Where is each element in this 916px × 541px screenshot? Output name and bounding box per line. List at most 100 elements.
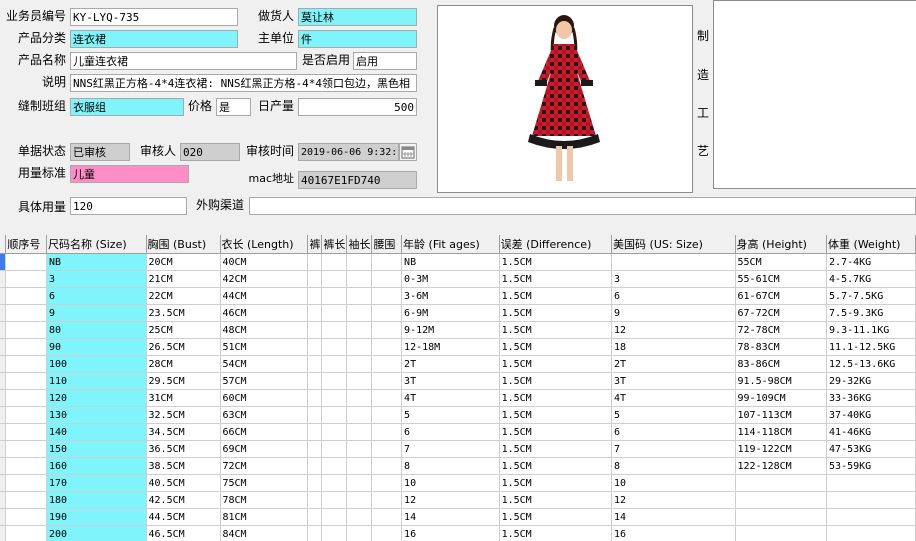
table-cell[interactable] (5, 491, 47, 509)
category-field[interactable]: 连衣裙 (70, 30, 238, 48)
table-cell[interactable]: 130 (46, 406, 147, 424)
table-cell[interactable]: 23.5CM (146, 304, 221, 322)
table-cell[interactable]: 46CM (220, 304, 309, 322)
table-cell[interactable]: 28CM (146, 355, 221, 373)
table-cell[interactable] (5, 253, 47, 271)
table-cell[interactable]: 9 (46, 304, 147, 322)
table-cell[interactable] (371, 389, 403, 407)
table-cell[interactable] (307, 423, 323, 441)
table-cell[interactable]: 6-9M (401, 304, 500, 322)
table-cell[interactable]: 47-53KG (826, 440, 916, 458)
table-cell[interactable]: 83-86CM (735, 355, 828, 373)
column-header[interactable]: 裤 (307, 235, 323, 254)
table-cell[interactable] (321, 355, 348, 373)
table-cell[interactable] (371, 355, 403, 373)
table-cell[interactable] (321, 338, 348, 356)
table-cell[interactable]: 1.5CM (499, 253, 613, 271)
table-row[interactable]: 130 32.5CM 63CM 5 1.5CM 5 107-113CM 37-40KG (0, 406, 916, 424)
table-cell[interactable] (307, 304, 323, 322)
table-cell[interactable]: 84CM (220, 525, 309, 541)
table-cell[interactable] (321, 440, 348, 458)
table-cell[interactable] (321, 389, 348, 407)
table-cell[interactable] (735, 474, 828, 492)
table-cell[interactable] (826, 508, 916, 526)
table-cell[interactable] (307, 508, 323, 526)
outsource-field[interactable] (249, 197, 916, 215)
table-cell[interactable] (321, 457, 348, 475)
description-field[interactable]: NNS红黑正方格-4*4连衣裙: NNS红黑正方格-4*4领口包边，黑色相 (70, 74, 417, 92)
table-cell[interactable]: 25CM (146, 321, 221, 339)
table-cell[interactable] (371, 491, 403, 509)
table-cell[interactable] (5, 338, 47, 356)
main-unit-field[interactable]: 件 (298, 30, 417, 48)
table-cell[interactable] (371, 338, 403, 356)
table-cell[interactable] (321, 270, 348, 288)
table-cell[interactable] (307, 440, 323, 458)
table-cell[interactable] (371, 253, 403, 271)
table-cell[interactable]: 22CM (146, 287, 221, 305)
table-cell[interactable]: 1.5CM (499, 355, 613, 373)
table-cell[interactable]: 1.5CM (499, 372, 613, 390)
table-row[interactable]: 190 44.5CM 81CM 14 1.5CM 14 (0, 508, 916, 526)
table-cell[interactable]: 21CM (146, 270, 221, 288)
table-cell[interactable]: 36.5CM (146, 440, 221, 458)
table-cell[interactable] (307, 321, 323, 339)
table-cell[interactable] (321, 525, 348, 541)
column-header[interactable]: 年龄 (Fit ages) (401, 235, 500, 254)
table-cell[interactable]: 2T (401, 355, 500, 373)
table-cell[interactable] (346, 321, 373, 339)
table-cell[interactable] (346, 287, 373, 305)
table-cell[interactable]: 78-83CM (735, 338, 828, 356)
table-cell[interactable]: 180 (46, 491, 147, 509)
table-cell[interactable] (321, 423, 348, 441)
column-header[interactable]: 误差 (Difference) (499, 235, 613, 254)
table-cell[interactable] (346, 355, 373, 373)
table-row[interactable]: 170 40.5CM 75CM 10 1.5CM 10 (0, 474, 916, 492)
table-cell[interactable]: 1.5CM (499, 474, 613, 492)
table-cell[interactable]: 46.5CM (146, 525, 221, 541)
table-cell[interactable]: 1.5CM (499, 287, 613, 305)
table-cell[interactable]: 114-118CM (735, 423, 828, 441)
table-row[interactable]: 90 26.5CM 51CM 12-18M 1.5CM 18 78-83CM 11.1-12.… (0, 338, 916, 356)
table-cell[interactable]: 122-128CM (735, 457, 828, 475)
table-cell[interactable]: 119-122CM (735, 440, 828, 458)
table-cell[interactable]: 1.5CM (499, 406, 613, 424)
table-cell[interactable]: 51CM (220, 338, 309, 356)
column-header[interactable]: 身高 (Height) (735, 235, 828, 254)
table-cell[interactable] (307, 389, 323, 407)
table-cell[interactable]: 0-3M (401, 270, 500, 288)
sewing-group-field[interactable]: 衣服组 (70, 98, 184, 116)
table-cell[interactable] (346, 474, 373, 492)
table-cell[interactable] (371, 474, 403, 492)
column-header[interactable]: 美国码 (US: Size) (611, 235, 736, 254)
table-cell[interactable] (307, 406, 323, 424)
table-cell[interactable]: 3 (611, 270, 736, 288)
table-cell[interactable] (5, 372, 47, 390)
table-cell[interactable]: 1.5CM (499, 440, 613, 458)
table-cell[interactable]: 107-113CM (735, 406, 828, 424)
table-cell[interactable] (307, 270, 323, 288)
table-cell[interactable] (307, 253, 323, 271)
table-cell[interactable] (371, 525, 403, 541)
table-cell[interactable] (371, 406, 403, 424)
table-cell[interactable]: 29-32KG (826, 372, 916, 390)
table-cell[interactable] (346, 253, 373, 271)
table-cell[interactable] (346, 406, 373, 424)
table-cell[interactable] (826, 491, 916, 509)
table-cell[interactable]: 72CM (220, 457, 309, 475)
table-cell[interactable]: 29.5CM (146, 372, 221, 390)
table-cell[interactable]: 26.5CM (146, 338, 221, 356)
table-cell[interactable]: 160 (46, 457, 147, 475)
table-cell[interactable]: 6 (46, 287, 147, 305)
table-cell[interactable] (346, 457, 373, 475)
table-cell[interactable] (346, 491, 373, 509)
enabled-field[interactable]: 启用 (353, 52, 417, 70)
column-header[interactable]: 顺序号 (5, 235, 47, 254)
table-cell[interactable] (307, 338, 323, 356)
table-cell[interactable]: 7.5-9.3KG (826, 304, 916, 322)
table-cell[interactable] (371, 423, 403, 441)
merchandiser-field[interactable]: 莫让林 (298, 8, 417, 26)
table-cell[interactable] (5, 457, 47, 475)
table-row[interactable]: 200 46.5CM 84CM 16 1.5CM 16 (0, 525, 916, 541)
table-cell[interactable]: 67-72CM (735, 304, 828, 322)
